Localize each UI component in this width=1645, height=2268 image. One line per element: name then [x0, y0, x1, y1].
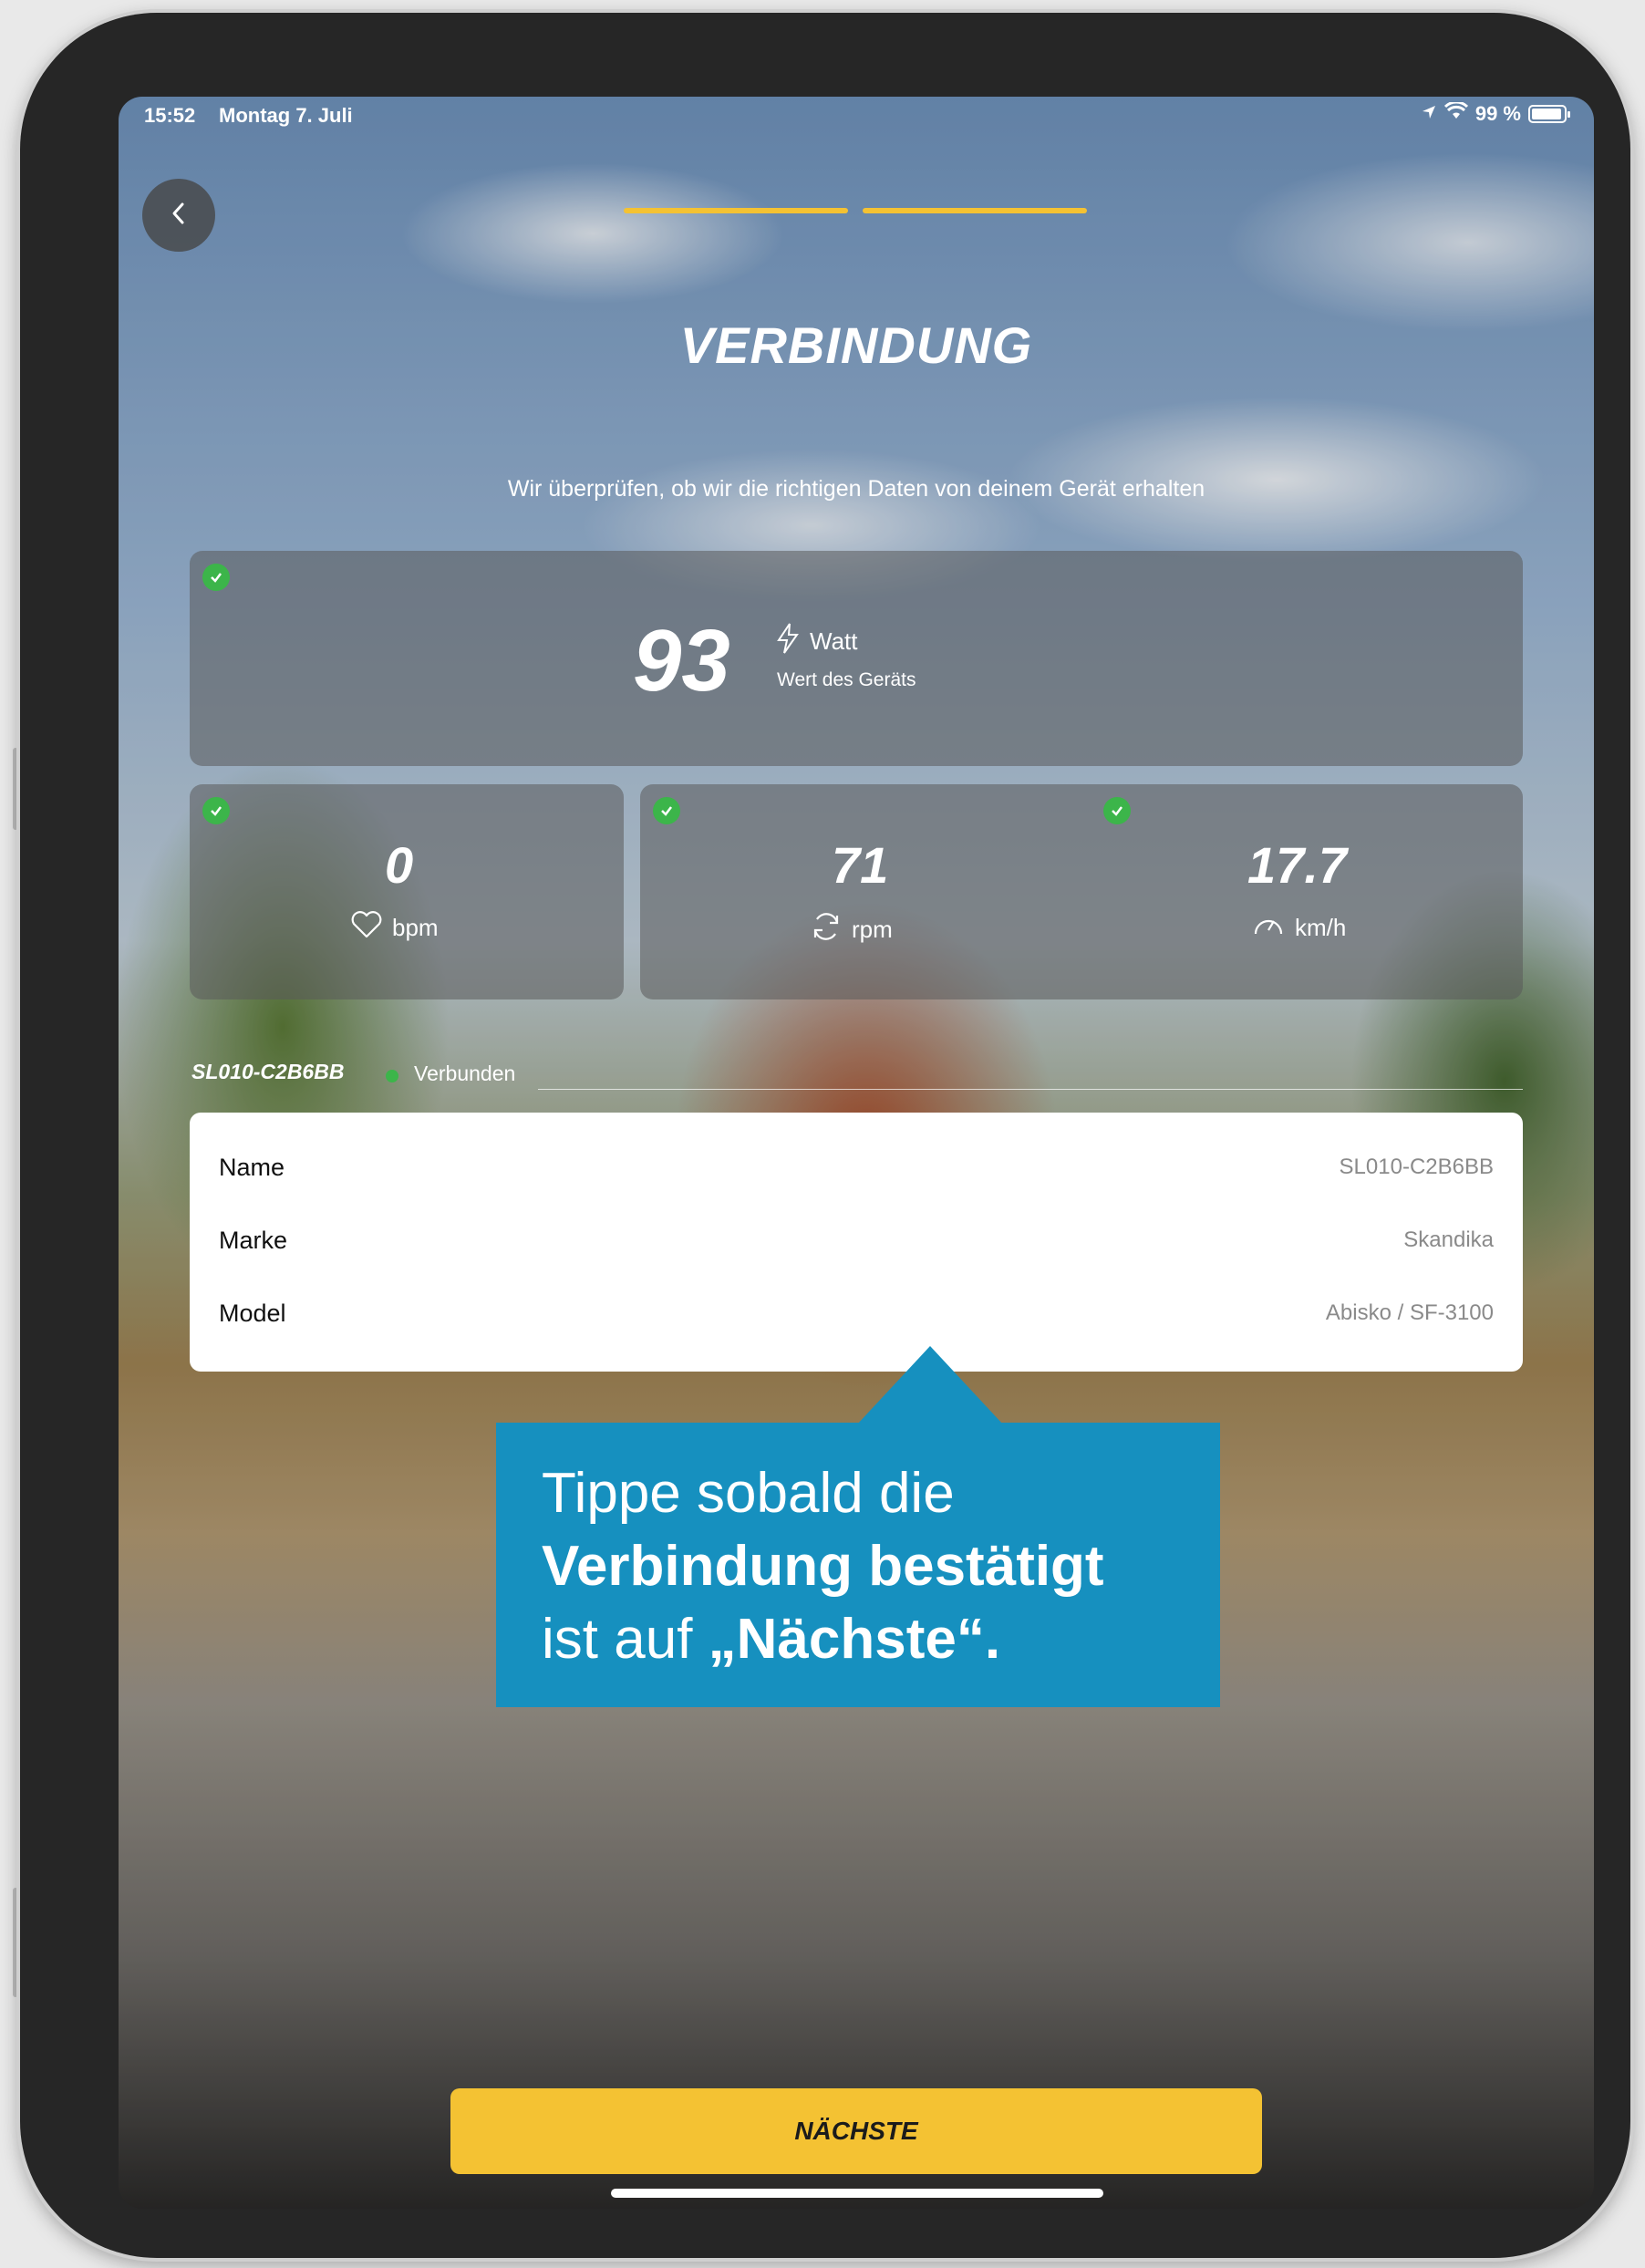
power-caption: Wert des Geräts	[777, 669, 916, 690]
connection-status: Verbunden	[414, 1062, 516, 1085]
info-value: Abisko / SF-3100	[1325, 1300, 1494, 1325]
wifi-icon	[1443, 100, 1468, 126]
battery-icon	[1528, 105, 1570, 123]
connection-status-dot	[386, 1070, 398, 1082]
tooltip-line-2: Verbindung bestätigt	[542, 1535, 1104, 1598]
info-label: Name	[219, 1153, 285, 1181]
divider	[538, 1089, 1523, 1090]
status-time: 15:52	[144, 104, 196, 127]
info-row-name: Name SL010-C2B6BB	[219, 1147, 1494, 1187]
chevron-left-icon	[168, 200, 190, 232]
cadence-value: 71	[832, 836, 889, 894]
volume-up-button	[13, 748, 18, 830]
lightning-icon	[775, 622, 801, 661]
tooltip-line-1: Tippe sobald die	[542, 1462, 955, 1525]
home-indicator[interactable]	[611, 2189, 1103, 2198]
cadence-unit: rpm	[852, 916, 893, 943]
cadence-unit-row: rpm	[810, 910, 893, 949]
app-screen: 15:52 Montag 7. Juli 99 % VERBINDUNG Wir…	[119, 97, 1594, 2209]
info-row-model: Model Abisko / SF-3100	[219, 1293, 1494, 1333]
power-card: 93 Watt Wert des Geräts	[190, 551, 1523, 766]
tooltip-line-3: ist auf „Nächste“.	[542, 1608, 1001, 1671]
speed-unit: km/h	[1295, 914, 1347, 941]
info-value: Skandika	[1403, 1227, 1494, 1252]
power-value: 93	[633, 612, 730, 709]
heart-rate-value: 0	[385, 836, 414, 894]
speed-value: 17.7	[1247, 836, 1347, 894]
instruction-tooltip: Tippe sobald die Verbindung bestätigt is…	[496, 1423, 1220, 1707]
volume-down-button	[13, 1888, 18, 1997]
page-subtitle: Wir überprüfen, ob wir die richtigen Dat…	[507, 476, 1205, 502]
check-icon	[1103, 797, 1131, 824]
heart-icon	[350, 910, 383, 946]
page-title: VERBINDUNG	[679, 316, 1033, 374]
info-label: Model	[219, 1299, 286, 1327]
cadence-speed-card: 71 rpm 17.7 km/h	[640, 784, 1523, 999]
battery-percent: 99 %	[1474, 102, 1521, 125]
check-icon	[202, 797, 230, 824]
location-icon	[1421, 102, 1437, 126]
back-button[interactable]	[142, 179, 215, 252]
refresh-icon	[810, 910, 843, 949]
check-icon	[653, 797, 680, 824]
device-info-card: Name SL010-C2B6BB Marke Skandika Model A…	[190, 1113, 1523, 1372]
power-unit: Watt	[810, 627, 858, 655]
info-row-brand: Marke Skandika	[219, 1220, 1494, 1260]
heart-rate-unit-row: bpm	[350, 910, 439, 946]
info-value: SL010-C2B6BB	[1339, 1155, 1494, 1179]
next-button[interactable]: NÄCHSTE	[450, 2088, 1262, 2174]
status-bar: 15:52 Montag 7. Juli 99 %	[119, 97, 1594, 133]
speed-unit-row: km/h	[1251, 910, 1346, 946]
tablet-frame: 15:52 Montag 7. Juli 99 % VERBINDUNG Wir…	[20, 13, 1630, 2258]
power-unit-row: Watt	[775, 622, 857, 661]
speedometer-icon	[1251, 910, 1286, 946]
tooltip-arrow	[857, 1346, 1003, 1424]
info-label: Marke	[219, 1226, 288, 1254]
progress-step-1	[624, 208, 848, 213]
heart-rate-card: 0 bpm	[190, 784, 624, 999]
heart-rate-unit: bpm	[392, 914, 439, 941]
check-icon	[202, 564, 230, 591]
progress-step-2	[863, 208, 1087, 213]
device-name: SL010-C2B6BB	[191, 1060, 345, 1083]
status-date: Montag 7. Juli	[219, 104, 353, 127]
